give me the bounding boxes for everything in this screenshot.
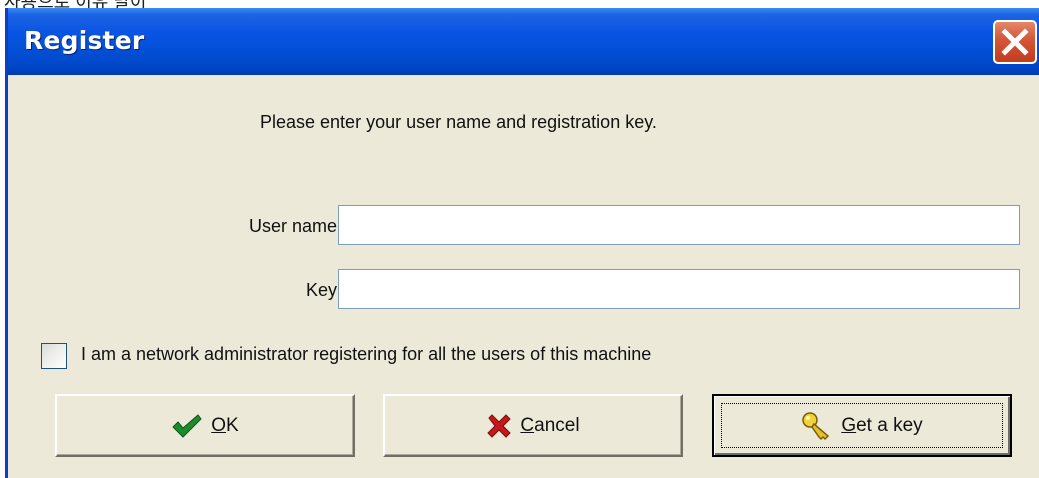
ok-button[interactable]: OK — [55, 394, 355, 457]
cancel-button[interactable]: Cancel — [383, 394, 683, 457]
title-bar[interactable]: Register — [8, 8, 1039, 75]
get-a-key-button-label: Get a key — [841, 414, 923, 436]
dialog-body: Please enter your user name and registra… — [8, 75, 1039, 478]
instruction-text: Please enter your user name and registra… — [260, 112, 657, 132]
window-title: Register — [24, 26, 145, 55]
cancel-button-label: Cancel — [520, 414, 580, 436]
get-a-key-button[interactable]: Get a key — [712, 394, 1012, 457]
background-strip: 사용으로 이유 달이 — [0, 0, 1039, 8]
close-icon — [1001, 28, 1029, 56]
key-label: Key: — [305, 280, 342, 300]
checkmark-icon — [172, 413, 202, 438]
register-dialog: Register Please enter your user name and… — [5, 8, 1039, 478]
username-label: User name: — [248, 216, 342, 236]
ok-button-label: OK — [211, 414, 239, 436]
close-button[interactable] — [993, 20, 1037, 64]
network-admin-checkbox-label[interactable]: I am a network administrator registering… — [81, 344, 651, 365]
x-mark-icon — [487, 413, 512, 438]
network-admin-checkbox[interactable] — [41, 343, 67, 369]
background-text-fragment: 사용으로 이유 달이 — [4, 0, 146, 8]
key-icon — [802, 411, 830, 440]
username-input[interactable] — [338, 205, 1020, 245]
key-input[interactable] — [338, 269, 1020, 309]
